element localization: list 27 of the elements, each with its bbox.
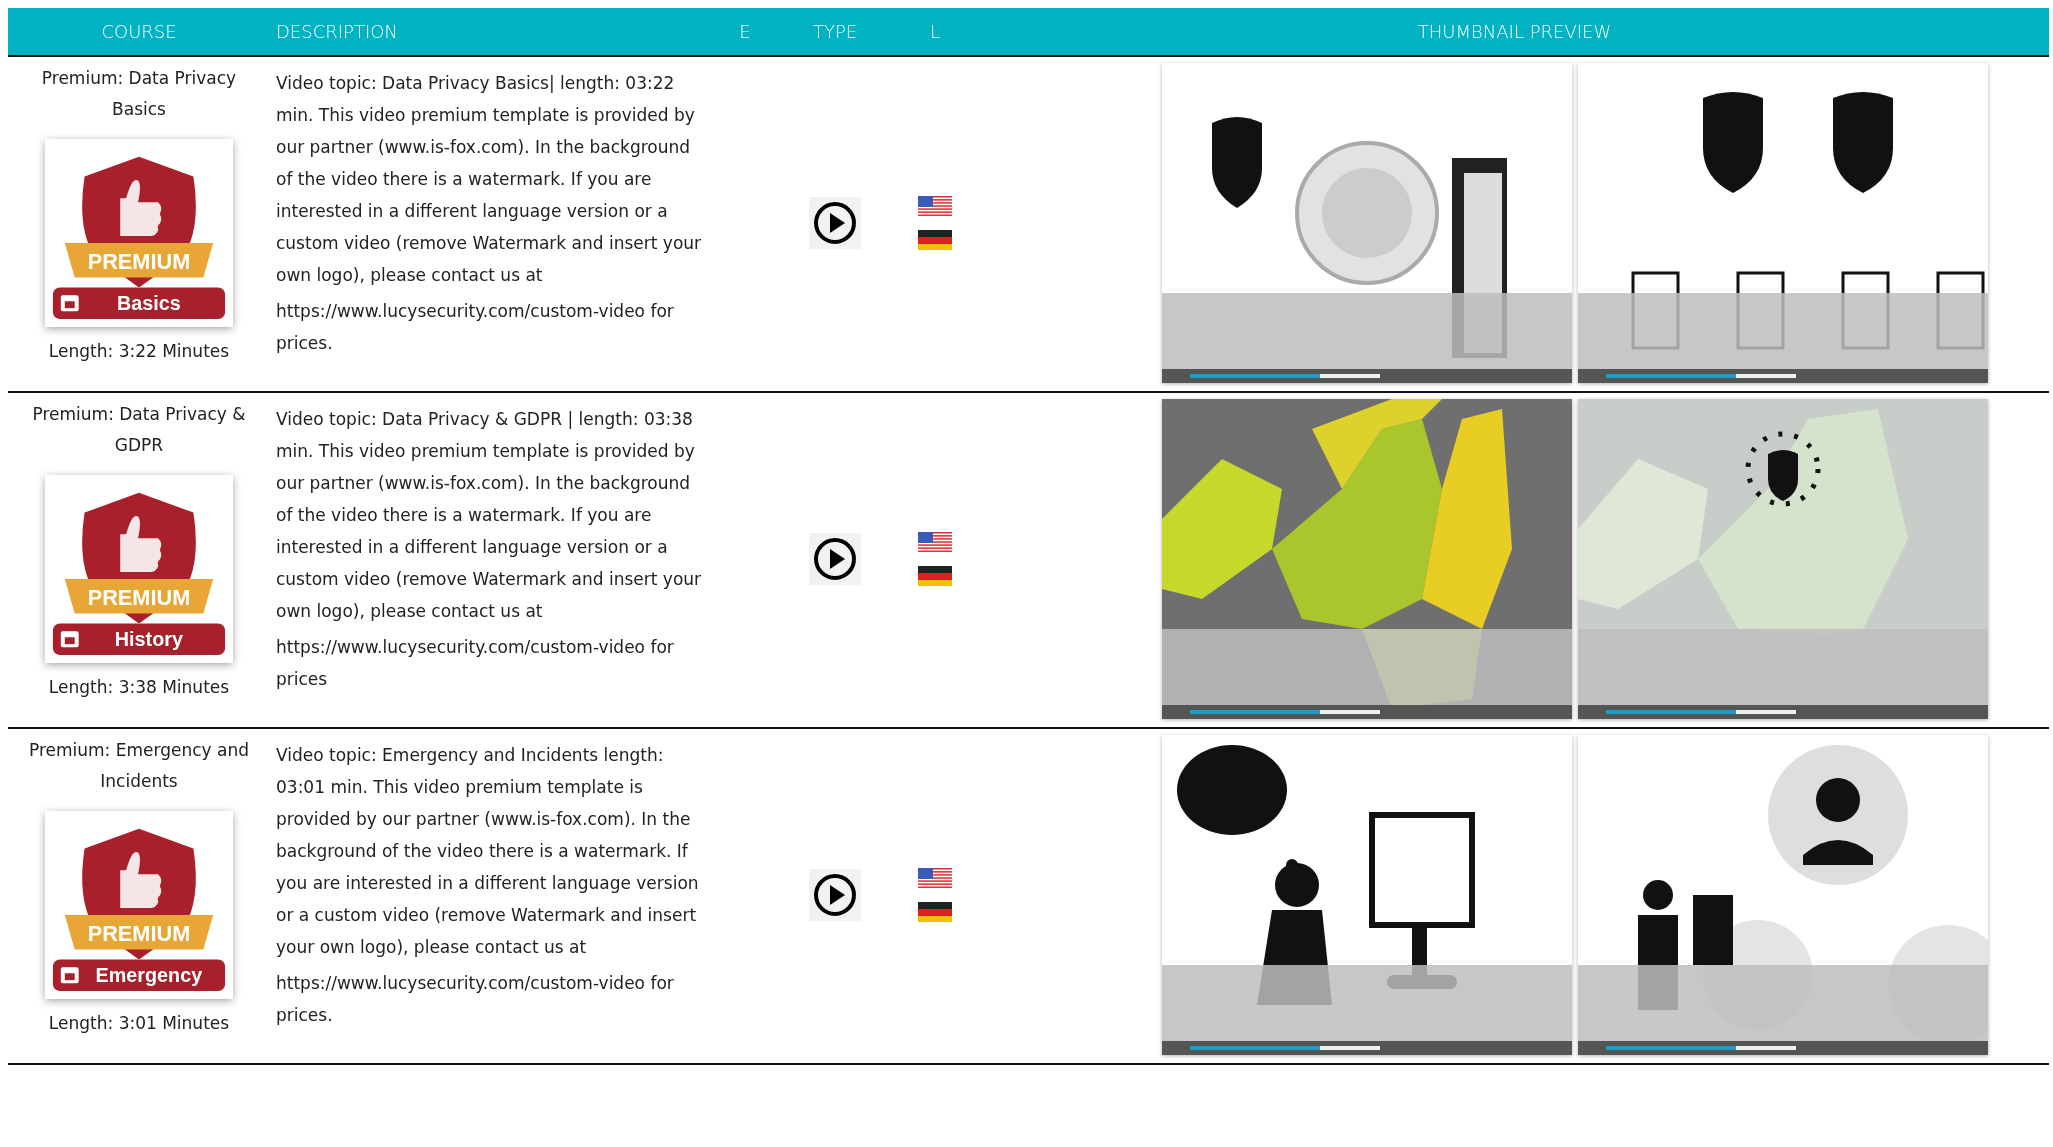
column-header: DESCRIPTION xyxy=(275,21,399,42)
pricing-text: https://www.lucysecurity.com/custom-video for prices. xyxy=(276,972,675,1027)
ribbon-text: PREMIUM xyxy=(87,248,191,274)
course-title: Premium: Data Privacy Basics xyxy=(40,67,238,121)
german-flag-icon xyxy=(918,230,952,250)
course-title: Premium: Emergency and Incidents xyxy=(27,739,250,793)
badge-label: Emergency xyxy=(95,964,203,987)
us-flag-icon xyxy=(918,868,952,888)
course-title: Premium: Data Privacy & GDPR xyxy=(31,403,247,457)
column-header: TYPE xyxy=(811,21,859,42)
ribbon-text: PREMIUM xyxy=(87,920,191,946)
column-header: THUMBNAIL PREVIEW xyxy=(1416,21,1613,42)
pricing-text: https://www.lucysecurity.com/custom-video for prices xyxy=(276,636,675,691)
german-flag-icon xyxy=(918,902,952,922)
us-flag-icon xyxy=(918,196,952,216)
badge-label: Basics xyxy=(117,292,181,315)
badge-label: History xyxy=(114,628,183,651)
ribbon-text: PREMIUM xyxy=(87,584,191,610)
german-flag-icon xyxy=(918,566,952,586)
pricing-text: https://www.lucysecurity.com/custom-video for prices. xyxy=(276,300,675,355)
column-header: COURSE xyxy=(100,21,178,42)
course-length: Length: 3:22 Minutes xyxy=(48,341,230,361)
course-length: Length: 3:01 Minutes xyxy=(48,1013,230,1033)
column-header: L xyxy=(929,21,941,42)
column-header: E xyxy=(738,21,752,42)
us-flag-icon xyxy=(918,532,952,552)
course-length: Length: 3:38 Minutes xyxy=(48,677,230,697)
